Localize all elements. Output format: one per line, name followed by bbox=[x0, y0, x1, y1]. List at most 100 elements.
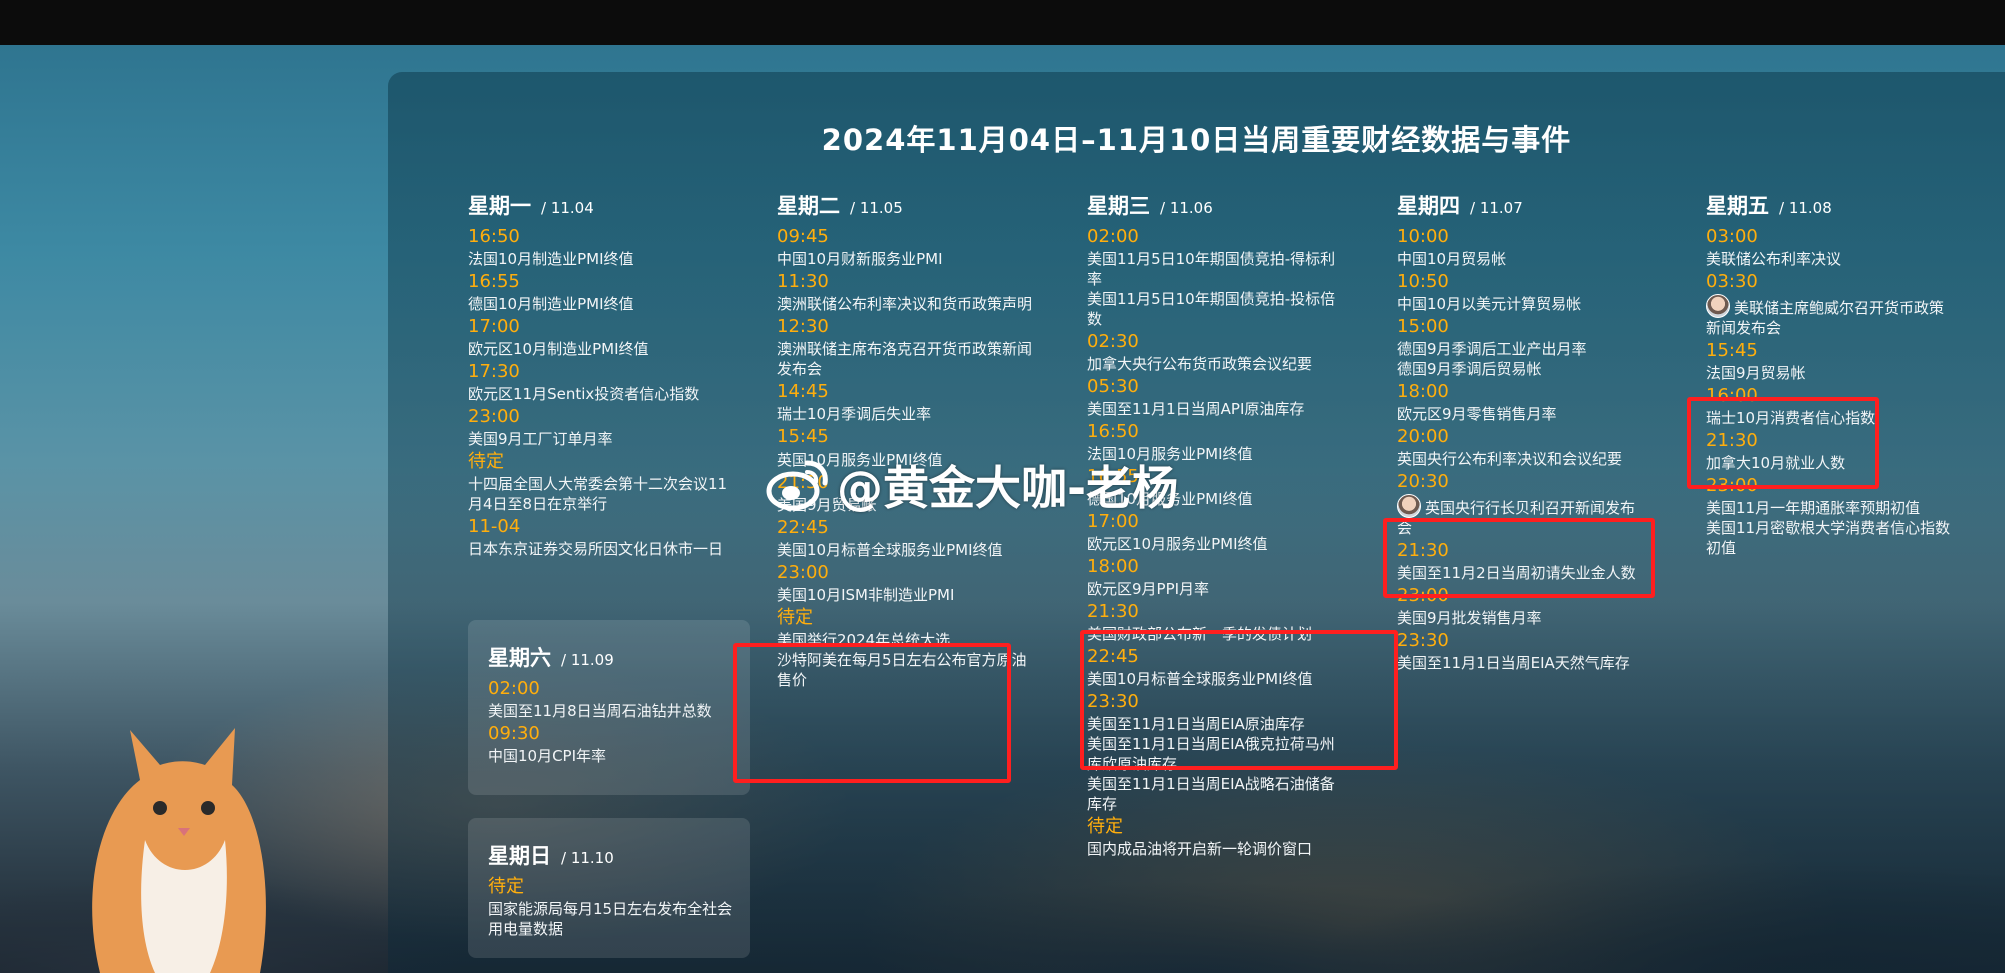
event-description: 美国11月5日10年期国债竞拍-得标利率 bbox=[1087, 250, 1336, 288]
event-time: 17:30 bbox=[468, 361, 520, 382]
event-time: 20:00 bbox=[1397, 426, 1449, 447]
event-item: 03:00 美联储公布利率决议 bbox=[1706, 225, 1951, 269]
day-name: 星期五 bbox=[1706, 194, 1769, 218]
event-item: 20:00 英国央行公布利率决议和会议纪要 bbox=[1397, 425, 1649, 469]
event-item: 17:00 欧元区10月制造业PMI终值 bbox=[468, 315, 730, 359]
event-item: 待定 国家能源局每月15日左右发布全社会用电量数据 bbox=[488, 875, 738, 939]
event-time: 20:30 bbox=[1397, 471, 1449, 492]
event-description: 国内成品油将开启新一轮调价窗口 bbox=[1087, 840, 1313, 858]
day-name: 星期六 bbox=[488, 646, 551, 670]
day-column-sunday: 星期日 / 11.10 待定 国家能源局每月15日左右发布全社会用电量数据 bbox=[488, 840, 738, 939]
event-description: 中国10月财新服务业PMI bbox=[777, 250, 943, 268]
event-description: 欧元区9月PPI月率 bbox=[1087, 580, 1210, 598]
highlight-box-friday bbox=[1687, 397, 1879, 489]
event-time: 15:00 bbox=[1397, 316, 1449, 337]
event-time: 14:45 bbox=[777, 381, 829, 402]
day-column-friday: 星期五 / 11.08 03:00 美联储公布利率决议 03:30 美联储主席鲍威尔召开货… bbox=[1706, 190, 1951, 558]
event-time: 12:30 bbox=[777, 316, 829, 337]
weibo-logo-icon bbox=[766, 460, 828, 511]
event-item: 09:45 中国10月财新服务业PMI bbox=[777, 225, 1039, 269]
event-description-text: 美联储主席鲍威尔召开货币政策新闻发布会 bbox=[1706, 299, 1945, 337]
event-description: 美国10月标普全球服务业PMI终值 bbox=[777, 541, 1003, 559]
event-description: 美联储公布利率决议 bbox=[1706, 250, 1842, 268]
event-time: 11:30 bbox=[777, 271, 829, 292]
event-item: 12:30 澳洲联储主席布洛克召开货币政策新闻发布会 bbox=[777, 315, 1039, 379]
event-description: 加拿大央行公布货币政策会议纪要 bbox=[1087, 355, 1313, 373]
event-item: 02:30 加拿大央行公布货币政策会议纪要 bbox=[1087, 330, 1339, 374]
event-item: 02:00 美国11月5日10年期国债竞拍-得标利率 美国11月5日10年期国债竞拍… bbox=[1087, 225, 1339, 329]
day-header: 星期五 / 11.08 bbox=[1706, 190, 1951, 224]
event-time: 16:55 bbox=[468, 271, 520, 292]
avatar bbox=[1397, 494, 1421, 518]
event-item: 15:45 bbox=[777, 425, 1039, 449]
event-time: 11-04 bbox=[468, 516, 521, 537]
event-time: 18:00 bbox=[1087, 556, 1139, 577]
highlight-box-tuesday bbox=[733, 643, 1011, 783]
day-date: / 11.06 bbox=[1160, 199, 1213, 217]
event-time: 待定 bbox=[777, 607, 813, 628]
day-date: / 11.08 bbox=[1779, 199, 1832, 217]
day-header: 星期二 / 11.05 bbox=[777, 190, 1039, 224]
event-time: 待定 bbox=[488, 876, 524, 897]
day-date: / 11.04 bbox=[541, 199, 594, 217]
day-header: 星期日 / 11.10 bbox=[488, 840, 738, 874]
event-item: 15:00 德国9月季调后工业产出月率 德国9月季调后贸易帐 bbox=[1397, 315, 1649, 379]
top-black-bar bbox=[0, 0, 2005, 45]
event-item: 10:00 中国10月贸易帐 bbox=[1397, 225, 1649, 269]
day-header: 星期四 / 11.07 bbox=[1397, 190, 1649, 224]
highlight-box-thursday bbox=[1383, 518, 1655, 598]
day-date: / 11.10 bbox=[561, 849, 614, 867]
event-item: 11-04 日本东京证券交易所因文化日休市一日 bbox=[468, 515, 730, 559]
event-description: 德国10月制造业PMI终值 bbox=[468, 295, 634, 313]
event-item: 03:30 美联储主席鲍威尔召开货币政策新闻发布会 bbox=[1706, 270, 1951, 338]
event-description: 十四届全国人大常委会第十二次会议11月4日至8日在京举行 bbox=[468, 475, 728, 513]
event-item: 22:45 美国10月标普全球服务业PMI终值 bbox=[777, 516, 1039, 560]
event-description: 澳洲联储主席布洛克召开货币政策新闻发布会 bbox=[777, 340, 1033, 378]
event-time: 10:00 bbox=[1397, 226, 1449, 247]
event-description: 日本东京证券交易所因文化日休市一日 bbox=[468, 540, 724, 558]
event-time: 02:30 bbox=[1087, 331, 1139, 352]
event-description: 美国11月一年期通胀率预期初值 bbox=[1706, 499, 1921, 517]
event-item: 05:30 美国至11月1日当周API原油库存 bbox=[1087, 375, 1339, 419]
event-time: 待定 bbox=[1087, 816, 1123, 837]
day-header: 星期六 / 11.09 bbox=[488, 642, 738, 676]
day-name: 星期日 bbox=[488, 844, 551, 868]
event-item: 18:00 欧元区9月PPI月率 bbox=[1087, 555, 1339, 599]
event-time: 23:00 bbox=[777, 562, 829, 583]
event-time: 15:45 bbox=[777, 426, 829, 447]
event-time: 18:00 bbox=[1397, 381, 1449, 402]
event-description: 美国10月ISM非制造业PMI bbox=[777, 586, 955, 604]
weekend-card-saturday: 星期六 / 11.09 02:00 美国至11月8日当周石油钻井总数 09:30 中国10… bbox=[468, 620, 750, 795]
event-time: 21:30 bbox=[1087, 601, 1139, 622]
event-description: 欧元区10月制造业PMI终值 bbox=[468, 340, 649, 358]
day-header: 星期三 / 11.06 bbox=[1087, 190, 1339, 224]
event-item: 15:45 法国9月贸易帐 bbox=[1706, 339, 1951, 383]
event-time: 05:30 bbox=[1087, 376, 1139, 397]
weibo-watermark: @黄金大咖-老杨 bbox=[765, 455, 1178, 515]
event-description: 美国至11月1日当周EIA战略石油储备库存 bbox=[1087, 775, 1335, 813]
event-description: 德国9月季调后贸易帐 bbox=[1397, 360, 1542, 378]
day-column-monday: 星期一 / 11.04 16:50 法国10月制造业PMI终值 16:55 德国10月制造… bbox=[468, 190, 730, 559]
event-time: 23:00 bbox=[468, 406, 520, 427]
watermark-text: @黄金大咖-老杨 bbox=[837, 461, 1179, 515]
event-description: 美国9月工厂订单月率 bbox=[468, 430, 613, 448]
event-description: 美联储主席鲍威尔召开货币政策新闻发布会 bbox=[1706, 294, 1951, 338]
screenshot-stage: 2024年11月04日–11月10日当周重要财经数据与事件 星期一 / 11.04… bbox=[0, 0, 2005, 973]
day-column-tuesday: 星期二 / 11.05 09:45 中国10月财新服务业PMI 11:30 澳洲联储公布利… bbox=[777, 190, 1039, 690]
event-description: 美国至11月1日当周API原油库存 bbox=[1087, 400, 1305, 418]
event-item: 14:45 瑞士10月季调后失业率 bbox=[777, 380, 1039, 424]
event-time: 10:50 bbox=[1397, 271, 1449, 292]
event-item: 02:00 美国至11月8日当周石油钻井总数 bbox=[488, 677, 738, 721]
event-description: 瑞士10月季调后失业率 bbox=[777, 405, 932, 423]
event-item: 16:55 德国10月制造业PMI终值 bbox=[468, 270, 730, 314]
event-description: 英国央行公布利率决议和会议纪要 bbox=[1397, 450, 1623, 468]
event-item: 17:30 欧元区11月Sentix投资者信心指数 bbox=[468, 360, 730, 404]
event-time: 待定 bbox=[468, 451, 504, 472]
event-description: 中国10月以美元计算贸易帐 bbox=[1397, 295, 1582, 313]
event-time: 15:45 bbox=[1706, 340, 1758, 361]
event-description: 美国11月5日10年期国债竞拍-投标倍数 bbox=[1087, 290, 1336, 328]
event-time: 17:00 bbox=[468, 316, 520, 337]
highlight-box-wednesday bbox=[1080, 630, 1398, 770]
day-column-thursday: 星期四 / 11.07 10:00 中国10月贸易帐 10:50 中国10月以美元计算贸易… bbox=[1397, 190, 1649, 673]
event-description: 美国9月批发销售月率 bbox=[1397, 609, 1542, 627]
